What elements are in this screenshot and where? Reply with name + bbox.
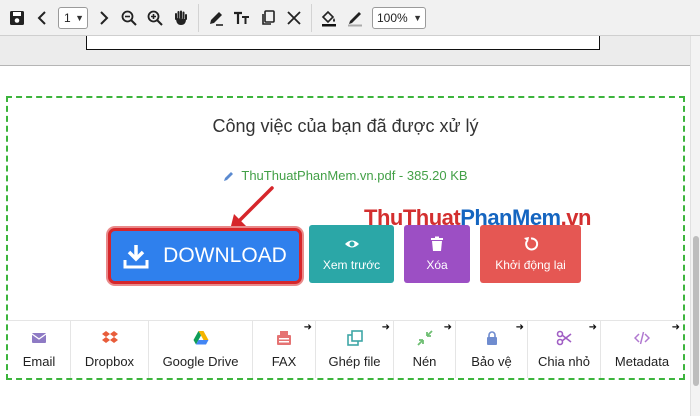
pen-color-icon[interactable] (343, 6, 367, 30)
compress-icon (416, 330, 433, 346)
tool-split[interactable]: ➜ Chia nhỏ (528, 321, 601, 378)
zoom-in-icon[interactable] (143, 6, 167, 30)
arrow-right-icon: ➜ (303, 322, 312, 333)
zoom-out-icon[interactable] (117, 6, 141, 30)
tool-email[interactable]: Email (8, 321, 71, 378)
tool-metadata[interactable]: ➜ Metadata (601, 321, 683, 378)
toolbar-group-style: 100% ▼ (312, 4, 430, 32)
download-icon (123, 245, 149, 269)
file-name: ThuThuatPhanMem.vn.pdf (241, 168, 396, 183)
dropbox-icon (101, 331, 118, 343)
arrow-right-icon: ➜ (671, 322, 680, 333)
scrollbar-thumb[interactable] (693, 236, 699, 386)
download-button[interactable]: DOWNLOAD (108, 228, 302, 284)
tool-compress[interactable]: ➜ Nén (394, 321, 456, 378)
tool-merge[interactable]: ➜ Ghép file (316, 321, 394, 378)
next-page-icon[interactable] (91, 6, 115, 30)
toolbar-group-navigation: 1 ▼ (0, 3, 199, 32)
scissors-icon (556, 330, 572, 346)
hand-tool-icon[interactable] (169, 6, 193, 30)
pencil-icon[interactable] (223, 170, 235, 182)
tool-protect[interactable]: ➜ Bảo vệ (456, 321, 528, 378)
tool-label: Email (22, 354, 56, 369)
restart-label: Khởi động lại (495, 258, 566, 272)
status-title: Công việc của bạn đã được xử lý (212, 116, 479, 136)
envelope-icon (31, 333, 47, 343)
zoom-value: 100% (377, 10, 408, 25)
code-icon (634, 331, 650, 345)
text-size-icon[interactable] (230, 6, 254, 30)
tool-label: Google Drive (162, 354, 239, 369)
red-arrow-annotation (230, 186, 274, 230)
merge-icon (346, 330, 363, 346)
file-name-link[interactable]: ThuThuatPhanMem.vn.pdf - 385.20 KB (241, 168, 467, 183)
toolbar-group-annotate (199, 3, 312, 32)
tool-label: Dropbox (84, 354, 135, 369)
arrow-right-icon: ➜ (515, 322, 524, 333)
tool-fax[interactable]: ➜ FAX (253, 321, 316, 378)
tool-label: Metadata (614, 354, 670, 369)
file-info: ThuThuatPhanMem.vn.pdf - 385.20 KB (8, 168, 683, 183)
previous-page-icon[interactable] (31, 6, 55, 30)
chevron-down-icon: ▼ (75, 12, 84, 23)
tool-label: Chia nhỏ (537, 354, 591, 369)
result-panel: Công việc của bạn đã được xử lý ThuThuat… (6, 96, 685, 380)
close-icon[interactable] (282, 6, 306, 30)
save-icon[interactable] (5, 6, 29, 30)
file-separator: - (395, 168, 407, 183)
fax-icon (277, 331, 291, 345)
trash-icon (431, 236, 443, 251)
restart-button[interactable]: Khởi động lại (480, 225, 581, 283)
file-size: 385.20 KB (406, 168, 468, 183)
page-number-value: 1 (64, 10, 71, 25)
delete-button[interactable]: Xóa (404, 225, 470, 283)
zoom-select[interactable]: 100% ▼ (372, 6, 426, 29)
preview-label: Xem trước (322, 258, 381, 272)
viewer-toolbar: 1 ▼ 100% ▼ (0, 0, 700, 36)
tool-label: Bảo vệ (471, 354, 512, 369)
fill-color-icon[interactable] (317, 6, 341, 30)
arrow-right-icon: ➜ (381, 322, 390, 333)
tool-label: Ghép file (328, 354, 381, 369)
lock-icon (486, 331, 497, 345)
tool-label: FAX (271, 354, 297, 369)
preview-button[interactable]: Xem trước (309, 225, 394, 283)
restart-icon (523, 237, 538, 251)
download-label: DOWNLOAD (163, 244, 287, 267)
pdf-page (86, 36, 600, 50)
chevron-down-icon: ▼ (413, 12, 422, 23)
pdf-preview-area (0, 36, 690, 66)
arrow-right-icon: ➜ (588, 322, 597, 333)
delete-label: Xóa (426, 258, 448, 272)
scrollbar[interactable] (690, 36, 700, 416)
draw-icon[interactable] (204, 6, 228, 30)
page-number-select[interactable]: 1 ▼ (58, 6, 88, 29)
tool-google-drive[interactable]: Google Drive (149, 321, 253, 378)
arrow-right-icon: ➜ (443, 322, 452, 333)
tool-dropbox[interactable]: Dropbox (71, 321, 149, 378)
google-drive-icon (193, 331, 208, 345)
copy-icon[interactable] (256, 6, 280, 30)
tools-row: Email Dropbox Google Drive ➜ FAX ➜ Ghép … (8, 320, 683, 378)
eye-icon (344, 240, 359, 248)
tool-label: Nén (412, 354, 437, 369)
